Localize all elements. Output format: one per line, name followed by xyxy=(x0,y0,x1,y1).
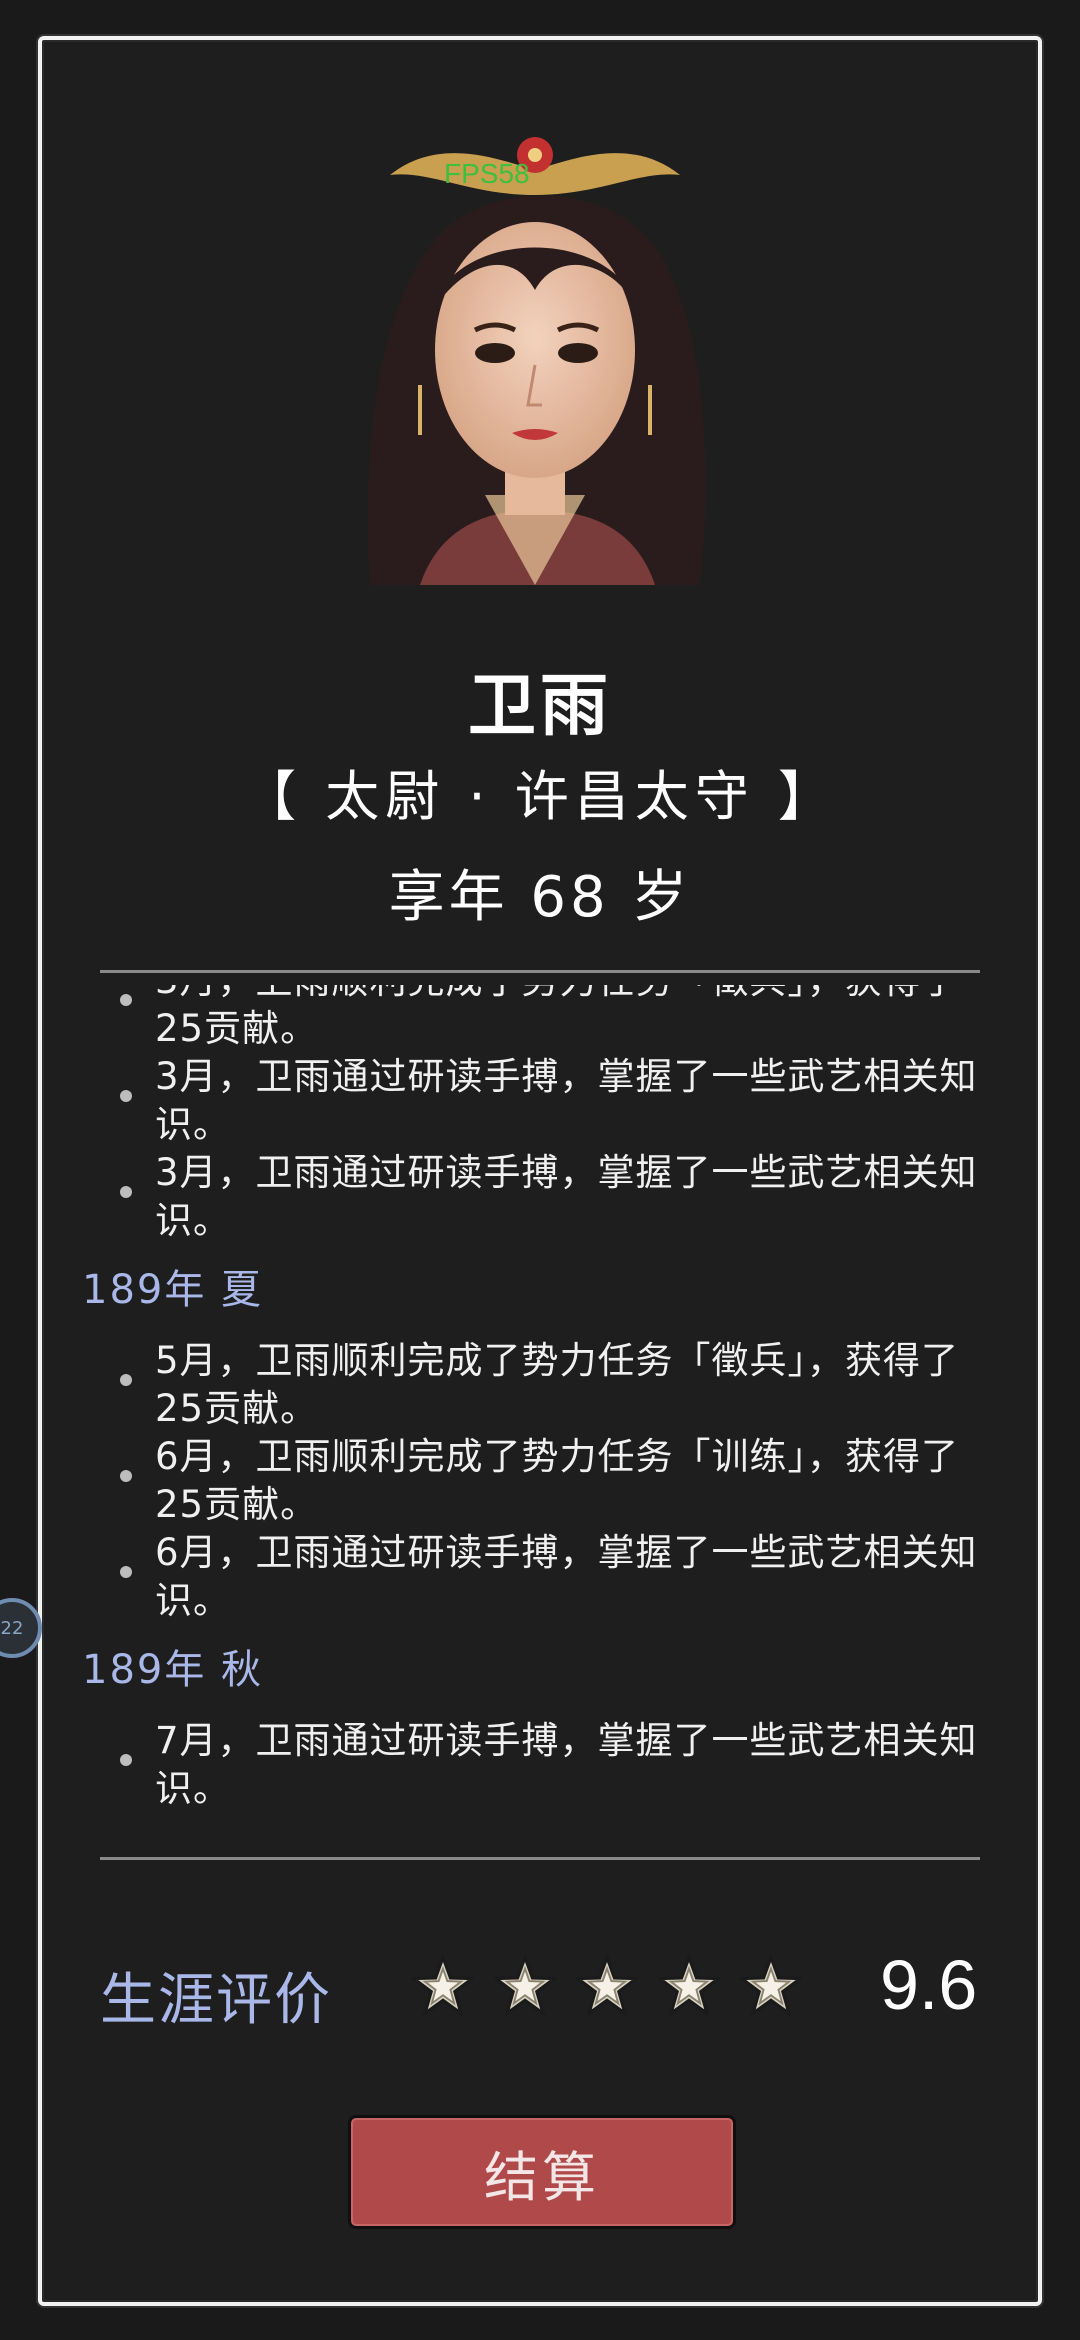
star-icon xyxy=(412,1955,474,2017)
log-entry: 6月，卫雨顺利完成了势力任务「训练」，获得了25贡献。 xyxy=(80,1433,1000,1529)
bullet-icon xyxy=(120,1470,132,1482)
log-entry: 6月，卫雨通过研读手搏，掌握了一些武艺相关知识。 xyxy=(80,1529,1000,1625)
divider-top xyxy=(100,970,980,973)
star-icon xyxy=(740,1955,802,2017)
floating-assist-bubble[interactable]: 22 xyxy=(0,1598,42,1658)
bullet-icon xyxy=(120,1186,132,1198)
settle-button[interactable]: 结算 xyxy=(348,2115,736,2229)
log-entry-text: 3月，卫雨顺利完成了势力任务「徵兵」，获得了25贡献。 xyxy=(155,985,958,1050)
character-age: 享年 68 岁 xyxy=(388,865,692,930)
career-log-list: 3月，卫雨顺利完成了势力任务「徵兵」，获得了25贡献。3月，卫雨通过研读手搏，掌… xyxy=(80,985,1000,1813)
log-entry: 7月，卫雨通过研读手搏，掌握了一些武艺相关知识。 xyxy=(80,1717,1000,1813)
rating-label: 生涯评价 xyxy=(100,1968,332,2033)
divider-bottom xyxy=(100,1857,980,1860)
log-entry-text: 3月，卫雨通过研读手搏，掌握了一些武艺相关知识。 xyxy=(155,1151,978,1242)
star-icon xyxy=(576,1955,638,2017)
log-entry-text: 7月，卫雨通过研读手搏，掌握了一些武艺相关知识。 xyxy=(155,1719,978,1810)
log-entry-text: 3月，卫雨通过研读手搏，掌握了一些武艺相关知识。 xyxy=(155,1055,978,1146)
bullet-icon xyxy=(120,1566,132,1578)
star-icon xyxy=(494,1955,556,2017)
rating-score: 9.6 xyxy=(880,1946,978,2024)
bullet-icon xyxy=(120,1374,132,1386)
season-header: 189年 秋 xyxy=(82,1647,264,1693)
star-icon xyxy=(658,1955,720,2017)
fps-counter: FPS58 xyxy=(444,158,530,189)
career-log[interactable]: 3月，卫雨顺利完成了势力任务「徵兵」，获得了25贡献。3月，卫雨通过研读手搏，掌… xyxy=(80,985,1000,1830)
bullet-icon xyxy=(120,1754,132,1766)
log-entry-text: 5月，卫雨顺利完成了势力任务「徵兵」，获得了25贡献。 xyxy=(155,1339,960,1430)
character-title: 【 太尉 · 许昌太守 】 xyxy=(242,765,838,828)
log-entry: 5月，卫雨顺利完成了势力任务「徵兵」，获得了25贡献。 xyxy=(80,1337,1000,1433)
log-entry: 3月，卫雨顺利完成了势力任务「徵兵」，获得了25贡献。 xyxy=(80,985,1000,1053)
character-portrait xyxy=(367,137,706,585)
rating-stars xyxy=(412,1955,802,2017)
bullet-icon xyxy=(120,1090,132,1102)
log-entry: 3月，卫雨通过研读手搏，掌握了一些武艺相关知识。 xyxy=(80,1149,1000,1245)
log-entry: 3月，卫雨通过研读手搏，掌握了一些武艺相关知识。 xyxy=(80,1053,1000,1149)
log-entry-text: 6月，卫雨通过研读手搏，掌握了一些武艺相关知识。 xyxy=(155,1531,978,1622)
character-name: 卫雨 xyxy=(467,667,612,746)
season-header: 189年 夏 xyxy=(82,1267,264,1313)
bullet-icon xyxy=(120,994,132,1006)
log-entry-text: 6月，卫雨顺利完成了势力任务「训练」，获得了25贡献。 xyxy=(155,1435,960,1526)
